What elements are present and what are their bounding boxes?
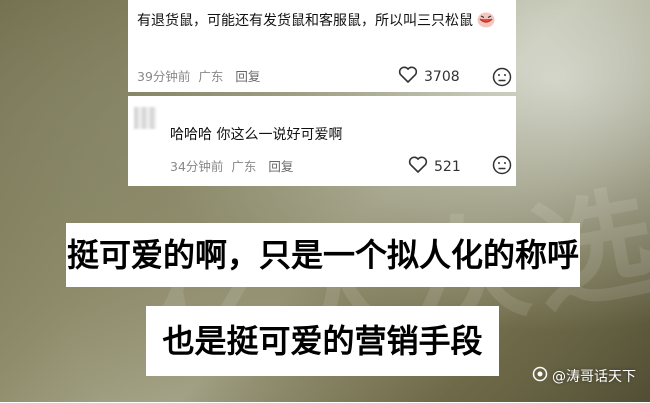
like-button[interactable]: 521 [408, 156, 461, 178]
avatar[interactable] [134, 107, 156, 129]
subtitle-caption-1: 挺可爱的啊，只是一个拟人化的称呼 [66, 223, 580, 287]
reply-button[interactable]: 回复 [268, 156, 293, 175]
dislike-face-icon[interactable] [492, 67, 512, 87]
like-button[interactable]: 3708 [398, 66, 460, 88]
subtitle-caption-2: 也是挺可爱的营销手段 [146, 306, 499, 376]
dislike-face-icon[interactable] [492, 155, 512, 175]
comment-meta: 39分钟前 广东 回复 [137, 66, 260, 85]
comment-location: 广东 [198, 69, 224, 84]
laughing-face-emoji-icon [477, 11, 495, 28]
like-count: 3708 [424, 69, 460, 85]
comment-text: 哈哈哈 你这么一说好可爱啊 [170, 127, 343, 143]
watermark-handle: @涛哥话天下 [552, 369, 636, 385]
comment-card-1: 有退货鼠，可能还有发货鼠和客服鼠，所以叫三只松鼠 39分钟前 广东 回复 370… [128, 0, 516, 92]
heart-icon [398, 66, 418, 88]
watermark: @涛哥话天下 [532, 366, 636, 386]
reply-button[interactable]: 回复 [235, 66, 260, 85]
comment-meta: 34分钟前 广东 回复 [170, 156, 293, 175]
comment-location: 广东 [231, 159, 257, 174]
comment-text: 有退货鼠，可能还有发货鼠和客服鼠，所以叫三只松鼠 [137, 8, 509, 34]
comment-time: 39分钟前 [137, 69, 191, 84]
heart-icon [408, 156, 428, 178]
like-count: 521 [434, 159, 461, 175]
camera-lens-icon [532, 366, 548, 386]
comment-card-2: 哈哈哈 你这么一说好可爱啊 34分钟前 广东 回复 521 [128, 96, 516, 186]
comment-time: 34分钟前 [170, 159, 224, 174]
